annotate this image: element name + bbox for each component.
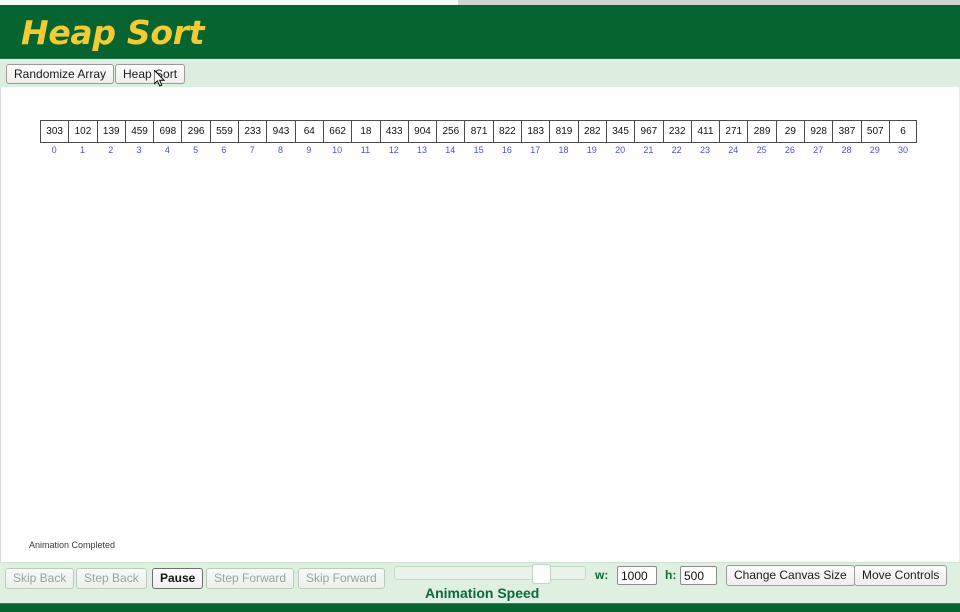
array-index-label: 9: [306, 145, 312, 155]
array-cell: 29: [775, 120, 805, 143]
bottom-accent-bar: [0, 603, 960, 612]
heap-sort-visualizer: Heap Sort Randomize Array Heap Sort 303 1…: [0, 0, 960, 612]
array-cell: 433: [379, 120, 408, 143]
array-index-label: 7: [249, 145, 255, 155]
array-cell: 822: [492, 120, 522, 143]
array-cell: 411: [690, 120, 720, 143]
array-values-row: 303 102 139 459 698 296 559 233 943 64 662 18 433 904…: [40, 120, 918, 143]
array-cell: 819: [549, 120, 578, 143]
array-index-label: 30: [898, 145, 909, 155]
array-cell: 698: [153, 120, 182, 143]
array-cell: 928: [804, 120, 833, 143]
array-index-label: 6: [221, 145, 227, 155]
array-index-label: 4: [164, 145, 170, 155]
array-cell: 345: [605, 120, 635, 143]
animation-speed-slider[interactable]: [394, 564, 586, 584]
array-index-label: 18: [558, 145, 569, 155]
array-index-label: 0: [51, 145, 57, 155]
array-index-label: 11: [360, 145, 371, 155]
array-index-label: 16: [501, 145, 512, 155]
array-index-label: 26: [784, 145, 795, 155]
array-index-label: 19: [586, 145, 597, 155]
array-index-label: 13: [417, 145, 428, 155]
array-cell: 232: [662, 120, 691, 143]
page-title: Heap Sort: [21, 13, 205, 52]
array-index-label: 25: [756, 145, 767, 155]
array-cell: 102: [68, 120, 97, 143]
array-index-label: 24: [728, 145, 739, 155]
change-canvas-size-button[interactable]: Change Canvas Size: [726, 565, 855, 586]
array-cell: 233: [238, 120, 267, 143]
array-cell: 6: [888, 120, 918, 143]
array-cell: 507: [860, 120, 889, 143]
array-index-label: 1: [79, 145, 85, 155]
array-index-label: 12: [388, 145, 399, 155]
canvas-height-label: h:: [665, 568, 677, 582]
pause-button[interactable]: Pause: [152, 568, 204, 589]
array-cell: 943: [266, 120, 295, 143]
array-index-label: 23: [699, 145, 710, 155]
array-indices-row: 0 1 2 3 4 5 6 7 8 9 10 11 12 13 14 15 16 17 18 19 20 21 22 23 24…: [40, 145, 917, 155]
animation-speed-slider-thumb[interactable]: [532, 564, 551, 584]
array-index-label: 3: [136, 145, 142, 155]
array-index-label: 17: [530, 145, 541, 155]
algorithm-toolbar: Randomize Array Heap Sort: [0, 58, 960, 88]
animation-status-text: Animation Completed: [29, 540, 116, 550]
array-index-label: 10: [332, 145, 343, 155]
page-header: Heap Sort: [0, 5, 960, 58]
array-index-label: 8: [278, 145, 284, 155]
array-index-label: 15: [473, 145, 484, 155]
array-index-label: 21: [643, 145, 654, 155]
step-forward-button[interactable]: Step Forward: [206, 568, 295, 589]
move-controls-button[interactable]: Move Controls: [854, 565, 948, 586]
array-cell: 282: [577, 120, 606, 143]
array-cell: 18: [351, 120, 380, 143]
array-cell: 662: [322, 120, 352, 143]
array-cell: 967: [634, 120, 663, 143]
heap-sort-button[interactable]: Heap Sort: [115, 64, 186, 84]
visualization-canvas[interactable]: 303 102 139 459 698 296 559 233 943 64 662 18 433 904…: [0, 87, 960, 562]
array-index-label: 29: [869, 145, 880, 155]
array-cell: 256: [436, 120, 465, 143]
array-cell: 183: [521, 120, 550, 143]
step-back-button[interactable]: Step Back: [76, 568, 147, 589]
array-cell: 559: [209, 120, 239, 143]
array-cell: 459: [124, 120, 154, 143]
array-cell: 289: [747, 120, 776, 143]
array-cell: 904: [407, 120, 437, 143]
array-index-label: 22: [671, 145, 682, 155]
array-cell: 271: [719, 120, 748, 143]
skip-back-button[interactable]: Skip Back: [5, 568, 75, 589]
array-cell: 871: [464, 120, 493, 143]
array-cell: 303: [40, 120, 69, 143]
array-index-label: 5: [193, 145, 199, 155]
array-index-label: 27: [813, 145, 824, 155]
array-index-label: 14: [445, 145, 456, 155]
array-index-label: 28: [841, 145, 852, 155]
array-index-label: 2: [108, 145, 114, 155]
canvas-width-label: w:: [595, 568, 609, 582]
array-cell: 296: [181, 120, 210, 143]
canvas-height-input[interactable]: [680, 566, 717, 585]
randomize-array-button[interactable]: Randomize Array: [6, 64, 115, 84]
skip-forward-button[interactable]: Skip Forward: [298, 568, 385, 589]
array-cell: 139: [96, 120, 125, 143]
animation-speed-label: Animation Speed: [425, 585, 540, 601]
array-cell: 64: [294, 120, 323, 143]
canvas-width-input[interactable]: [617, 566, 657, 585]
array-index-label: 20: [615, 145, 626, 155]
array-cell: 387: [832, 120, 861, 143]
